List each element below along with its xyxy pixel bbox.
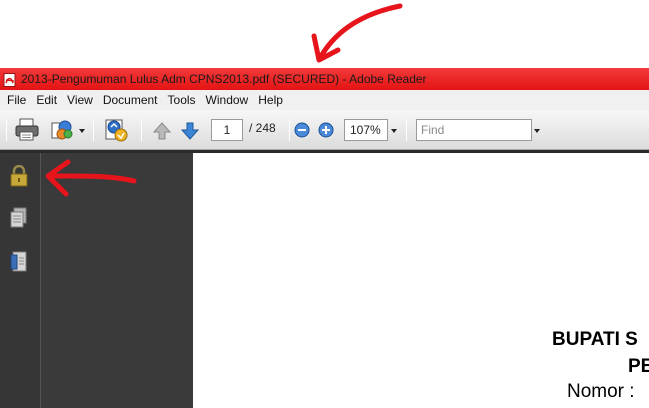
share-icon[interactable] bbox=[50, 119, 74, 145]
menu-view[interactable]: View bbox=[62, 90, 98, 110]
toolbar-separator bbox=[289, 119, 290, 141]
window-title: 2013-Pengumuman Lulus Adm CPNS2013.pdf (… bbox=[21, 72, 427, 86]
document-text-line: PE bbox=[628, 356, 649, 377]
attachments-icon[interactable] bbox=[10, 251, 28, 277]
document-page bbox=[193, 153, 649, 408]
menu-help[interactable]: Help bbox=[253, 90, 288, 110]
printer-icon[interactable] bbox=[14, 118, 40, 146]
toolbar-separator bbox=[6, 119, 7, 141]
page-number-input[interactable]: 1 bbox=[211, 119, 243, 141]
menu-tools[interactable]: Tools bbox=[163, 90, 201, 110]
document-text-line: BUPATI S bbox=[552, 329, 638, 350]
zoom-out-icon[interactable] bbox=[294, 122, 310, 142]
toolbar-separator bbox=[93, 119, 94, 141]
find-input[interactable]: Find bbox=[416, 119, 532, 141]
background-area bbox=[0, 0, 649, 68]
pages-icon[interactable] bbox=[10, 207, 28, 233]
menu-bar: File Edit View Document Tools Window Hel… bbox=[0, 90, 649, 110]
document-canvas bbox=[41, 153, 193, 408]
chevron-down-icon[interactable] bbox=[79, 129, 85, 133]
navigation-pane bbox=[0, 153, 40, 408]
menu-window[interactable]: Window bbox=[201, 90, 254, 110]
lock-icon[interactable] bbox=[9, 164, 29, 191]
menu-document[interactable]: Document bbox=[98, 90, 163, 110]
menu-file[interactable]: File bbox=[2, 90, 31, 110]
zoom-in-icon[interactable] bbox=[318, 122, 334, 142]
collaborate-icon[interactable] bbox=[102, 117, 130, 147]
document-text-line: Nomor : bbox=[567, 381, 635, 402]
zoom-dropdown-arrow-icon[interactable] bbox=[391, 129, 397, 133]
pdf-file-icon bbox=[3, 72, 17, 87]
arrow-up-icon[interactable] bbox=[152, 121, 172, 145]
window-titlebar[interactable]: 2013-Pengumuman Lulus Adm CPNS2013.pdf (… bbox=[0, 68, 649, 90]
toolbar-separator bbox=[141, 119, 142, 141]
menu-edit[interactable]: Edit bbox=[31, 90, 62, 110]
toolbar bbox=[0, 110, 649, 150]
toolbar-separator bbox=[406, 119, 407, 141]
page-total-label: / 248 bbox=[249, 121, 276, 135]
zoom-level-input[interactable]: 107% bbox=[344, 119, 388, 141]
arrow-down-icon[interactable] bbox=[180, 121, 200, 145]
find-dropdown-arrow-icon[interactable] bbox=[534, 129, 540, 133]
